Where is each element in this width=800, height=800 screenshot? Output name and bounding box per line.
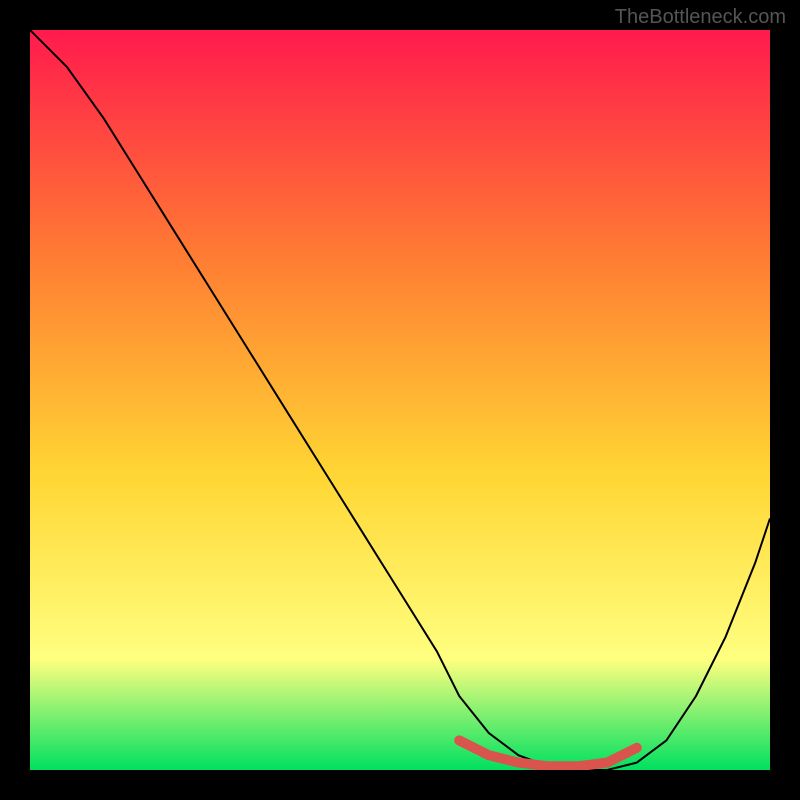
- watermark-text: TheBottleneck.com: [615, 6, 786, 29]
- chart-svg: [30, 30, 770, 770]
- bottleneck-chart: [30, 30, 770, 770]
- gradient-background: [30, 30, 770, 770]
